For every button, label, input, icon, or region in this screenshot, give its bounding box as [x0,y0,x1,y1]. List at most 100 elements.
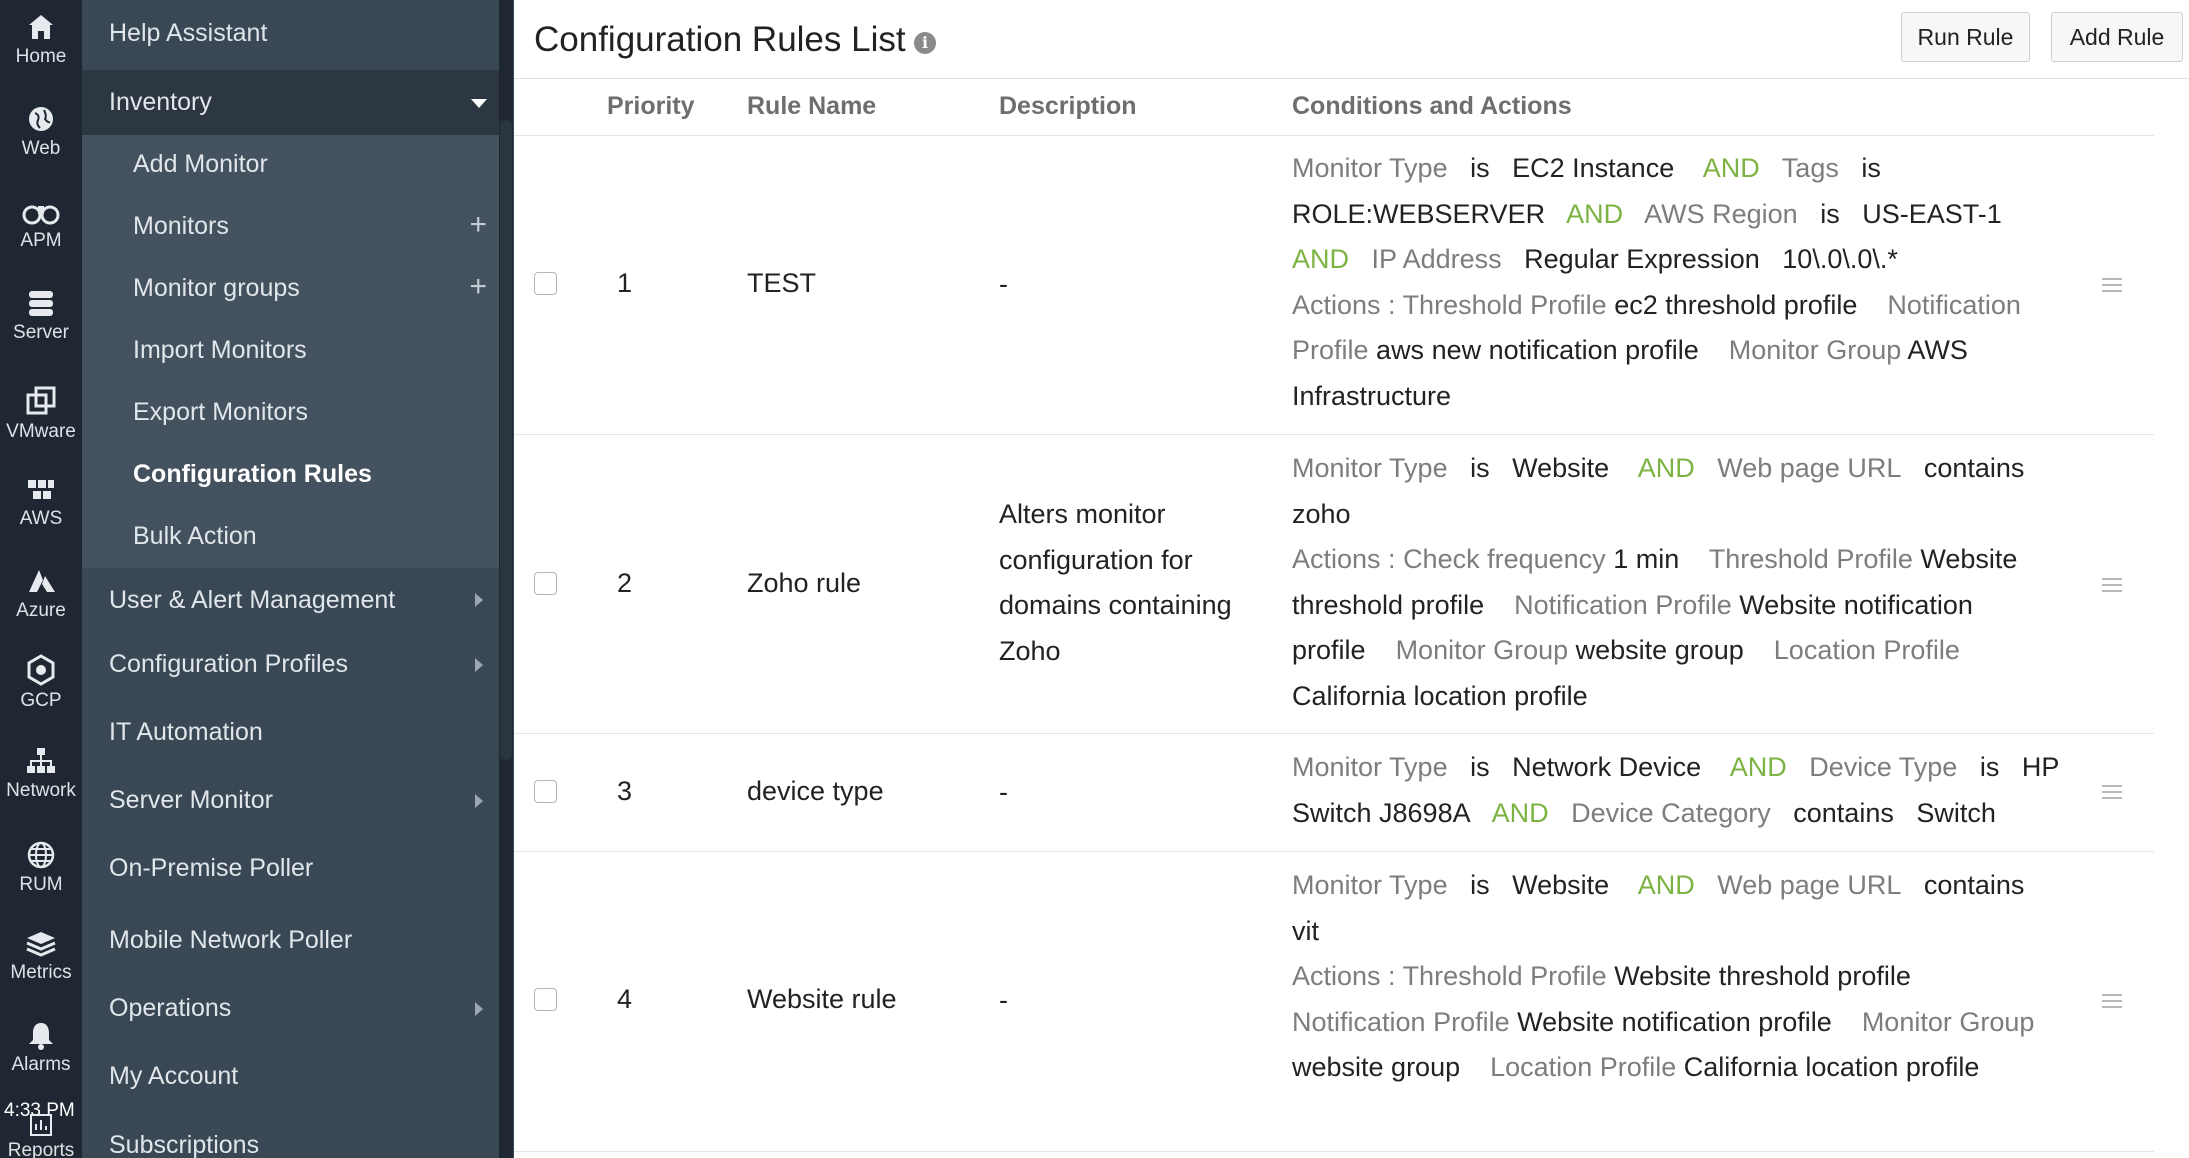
menu-it-automation[interactable]: IT Automation [82,700,499,768]
condition-value: vit [1292,915,1319,946]
and-connector: AND [1292,244,1350,274]
row-checkbox[interactable] [534,988,557,1011]
condition-key: Monitor Type [1292,870,1448,900]
chevron-right-icon [475,593,483,607]
menu-import-monitors[interactable]: Import Monitors [82,321,499,383]
action-key: Monitor Group [1861,1006,2035,1037]
condition-operator: is [1979,752,2000,782]
and-connector: AND [1566,198,1624,229]
rail-vmware[interactable]: VMware [0,385,82,443]
condition-key: Device Type [1809,752,1958,782]
menu-label: Inventory [109,88,212,116]
rule-name-cell[interactable]: Zoho rule [747,568,861,599]
menu-add-monitor[interactable]: Add Monitor [82,135,499,197]
action-value: website group [1575,635,1744,665]
add-rule-button[interactable]: Add Rule [2051,12,2183,62]
and-connector: AND [1637,870,1695,900]
drag-handle-icon[interactable] [2102,994,2122,1008]
row-checkbox[interactable] [534,780,557,803]
table-row[interactable]: 1 TEST - Monitor Type is EC2 Instance AN… [514,136,2154,435]
rail-azure[interactable]: Azure [0,568,82,622]
action-value: California location profile [1683,1052,1980,1082]
action-key: Monitor Group [1395,635,1569,665]
drag-handle-icon[interactable] [2102,578,2122,592]
icon-rail: Home Web APM Server VMware AWS Azure GCP… [0,0,82,1158]
menu-export-monitors[interactable]: Export Monitors [82,383,499,445]
run-rule-button[interactable]: Run Rule [1901,12,2030,62]
menu-inventory[interactable]: Inventory [82,70,499,135]
menu-monitor-groups[interactable]: Monitor groups + [82,259,499,321]
rail-network[interactable]: Network [0,746,82,802]
description-cell: - [999,777,1008,807]
rail-apm[interactable]: APM [0,198,82,252]
table-row[interactable]: 4 Website rule - Monitor Type is Website… [514,851,2154,1152]
menu-label: Subscriptions [109,1131,260,1158]
condition-operator: is [1470,752,1490,782]
condition-key: Monitor Type [1292,153,1448,183]
rail-aws[interactable]: AWS [0,478,82,530]
menu-scrollbar-thumb[interactable] [500,120,512,760]
condition-key: Monitor Type [1292,453,1448,483]
priority-cell: 3 [617,776,633,806]
menu-label: Help Assistant [109,19,268,47]
row-checkbox[interactable] [534,572,557,595]
drag-handle-icon[interactable] [2102,785,2122,799]
menu-subscriptions[interactable]: Subscriptions [82,1112,499,1158]
condition-operator: is [1470,870,1490,900]
rail-home[interactable]: Home [0,12,82,68]
row-checkbox[interactable] [534,272,557,295]
chevron-right-icon [475,794,483,808]
rail-reports[interactable]: Reports [0,1112,82,1158]
rail-label: AWS [19,508,63,529]
rail-metrics[interactable]: Metrics [0,930,82,984]
binoculars-icon [22,205,60,225]
condition-value: EC2 Instance [1512,153,1675,183]
rule-name-cell[interactable]: device type [747,776,884,807]
rail-server[interactable]: Server [0,288,82,344]
menu-server-monitor[interactable]: Server Monitor [82,768,499,836]
action-value: Website notification profile [1517,1006,1832,1037]
action-value: ec2 threshold profile [1614,289,1858,320]
info-icon[interactable]: i [914,32,936,54]
menu-user-alert-management[interactable]: User & Alert Management [82,568,499,634]
table-row[interactable]: 2 Zoho rule Alters monitor configuration… [514,434,2154,734]
conditions-cell: Monitor Type is EC2 Instance AND Tags is… [1292,146,2072,419]
rule-name-cell[interactable]: Website rule [747,984,897,1015]
rail-alarms[interactable]: Alarms [0,1020,82,1076]
condition-operator: contains [1793,797,1894,828]
condition-key: Tags [1781,153,1839,183]
menu-bulk-action[interactable]: Bulk Action [82,507,499,568]
menu-my-account[interactable]: My Account [82,1044,499,1112]
column-priority[interactable]: Priority [607,92,695,121]
condition-key: AWS Region [1644,198,1798,229]
rail-gcp[interactable]: GCP [0,654,82,712]
drag-handle-icon[interactable] [2102,278,2122,292]
menu-label: Import Monitors [133,336,307,364]
and-connector: AND [1491,797,1549,828]
plus-icon[interactable]: + [469,272,487,302]
rule-name-cell[interactable]: TEST [747,268,816,299]
globe-icon [29,107,53,131]
menu-help-assistant[interactable]: Help Assistant [82,0,499,70]
actions-label: Actions : [1292,961,1396,991]
server-icon [29,291,53,316]
column-rule-name[interactable]: Rule Name [747,92,876,121]
menu-operations[interactable]: Operations [82,976,499,1044]
chevron-right-icon [475,658,483,672]
menu-label: Monitor groups [133,274,300,302]
condition-key: IP Address [1371,244,1502,274]
actions-label: Actions : [1292,544,1396,574]
rail-web[interactable]: Web [0,104,82,160]
menu-monitors[interactable]: Monitors + [82,197,499,259]
priority-cell: 2 [617,568,633,598]
column-conditions-actions[interactable]: Conditions and Actions [1292,92,1572,121]
menu-configuration-profiles[interactable]: Configuration Profiles [82,634,499,700]
table-row[interactable]: 3 device type - Monitor Type is Network … [514,733,2154,852]
menu-on-premise-poller[interactable]: On-Premise Poller [82,836,499,906]
rail-label: APM [20,230,62,251]
column-description[interactable]: Description [999,92,1137,121]
menu-configuration-rules[interactable]: Configuration Rules [82,445,499,507]
rail-rum[interactable]: RUM [0,840,82,896]
plus-icon[interactable]: + [469,210,487,240]
menu-mobile-network-poller[interactable]: Mobile Network Poller [82,906,499,976]
